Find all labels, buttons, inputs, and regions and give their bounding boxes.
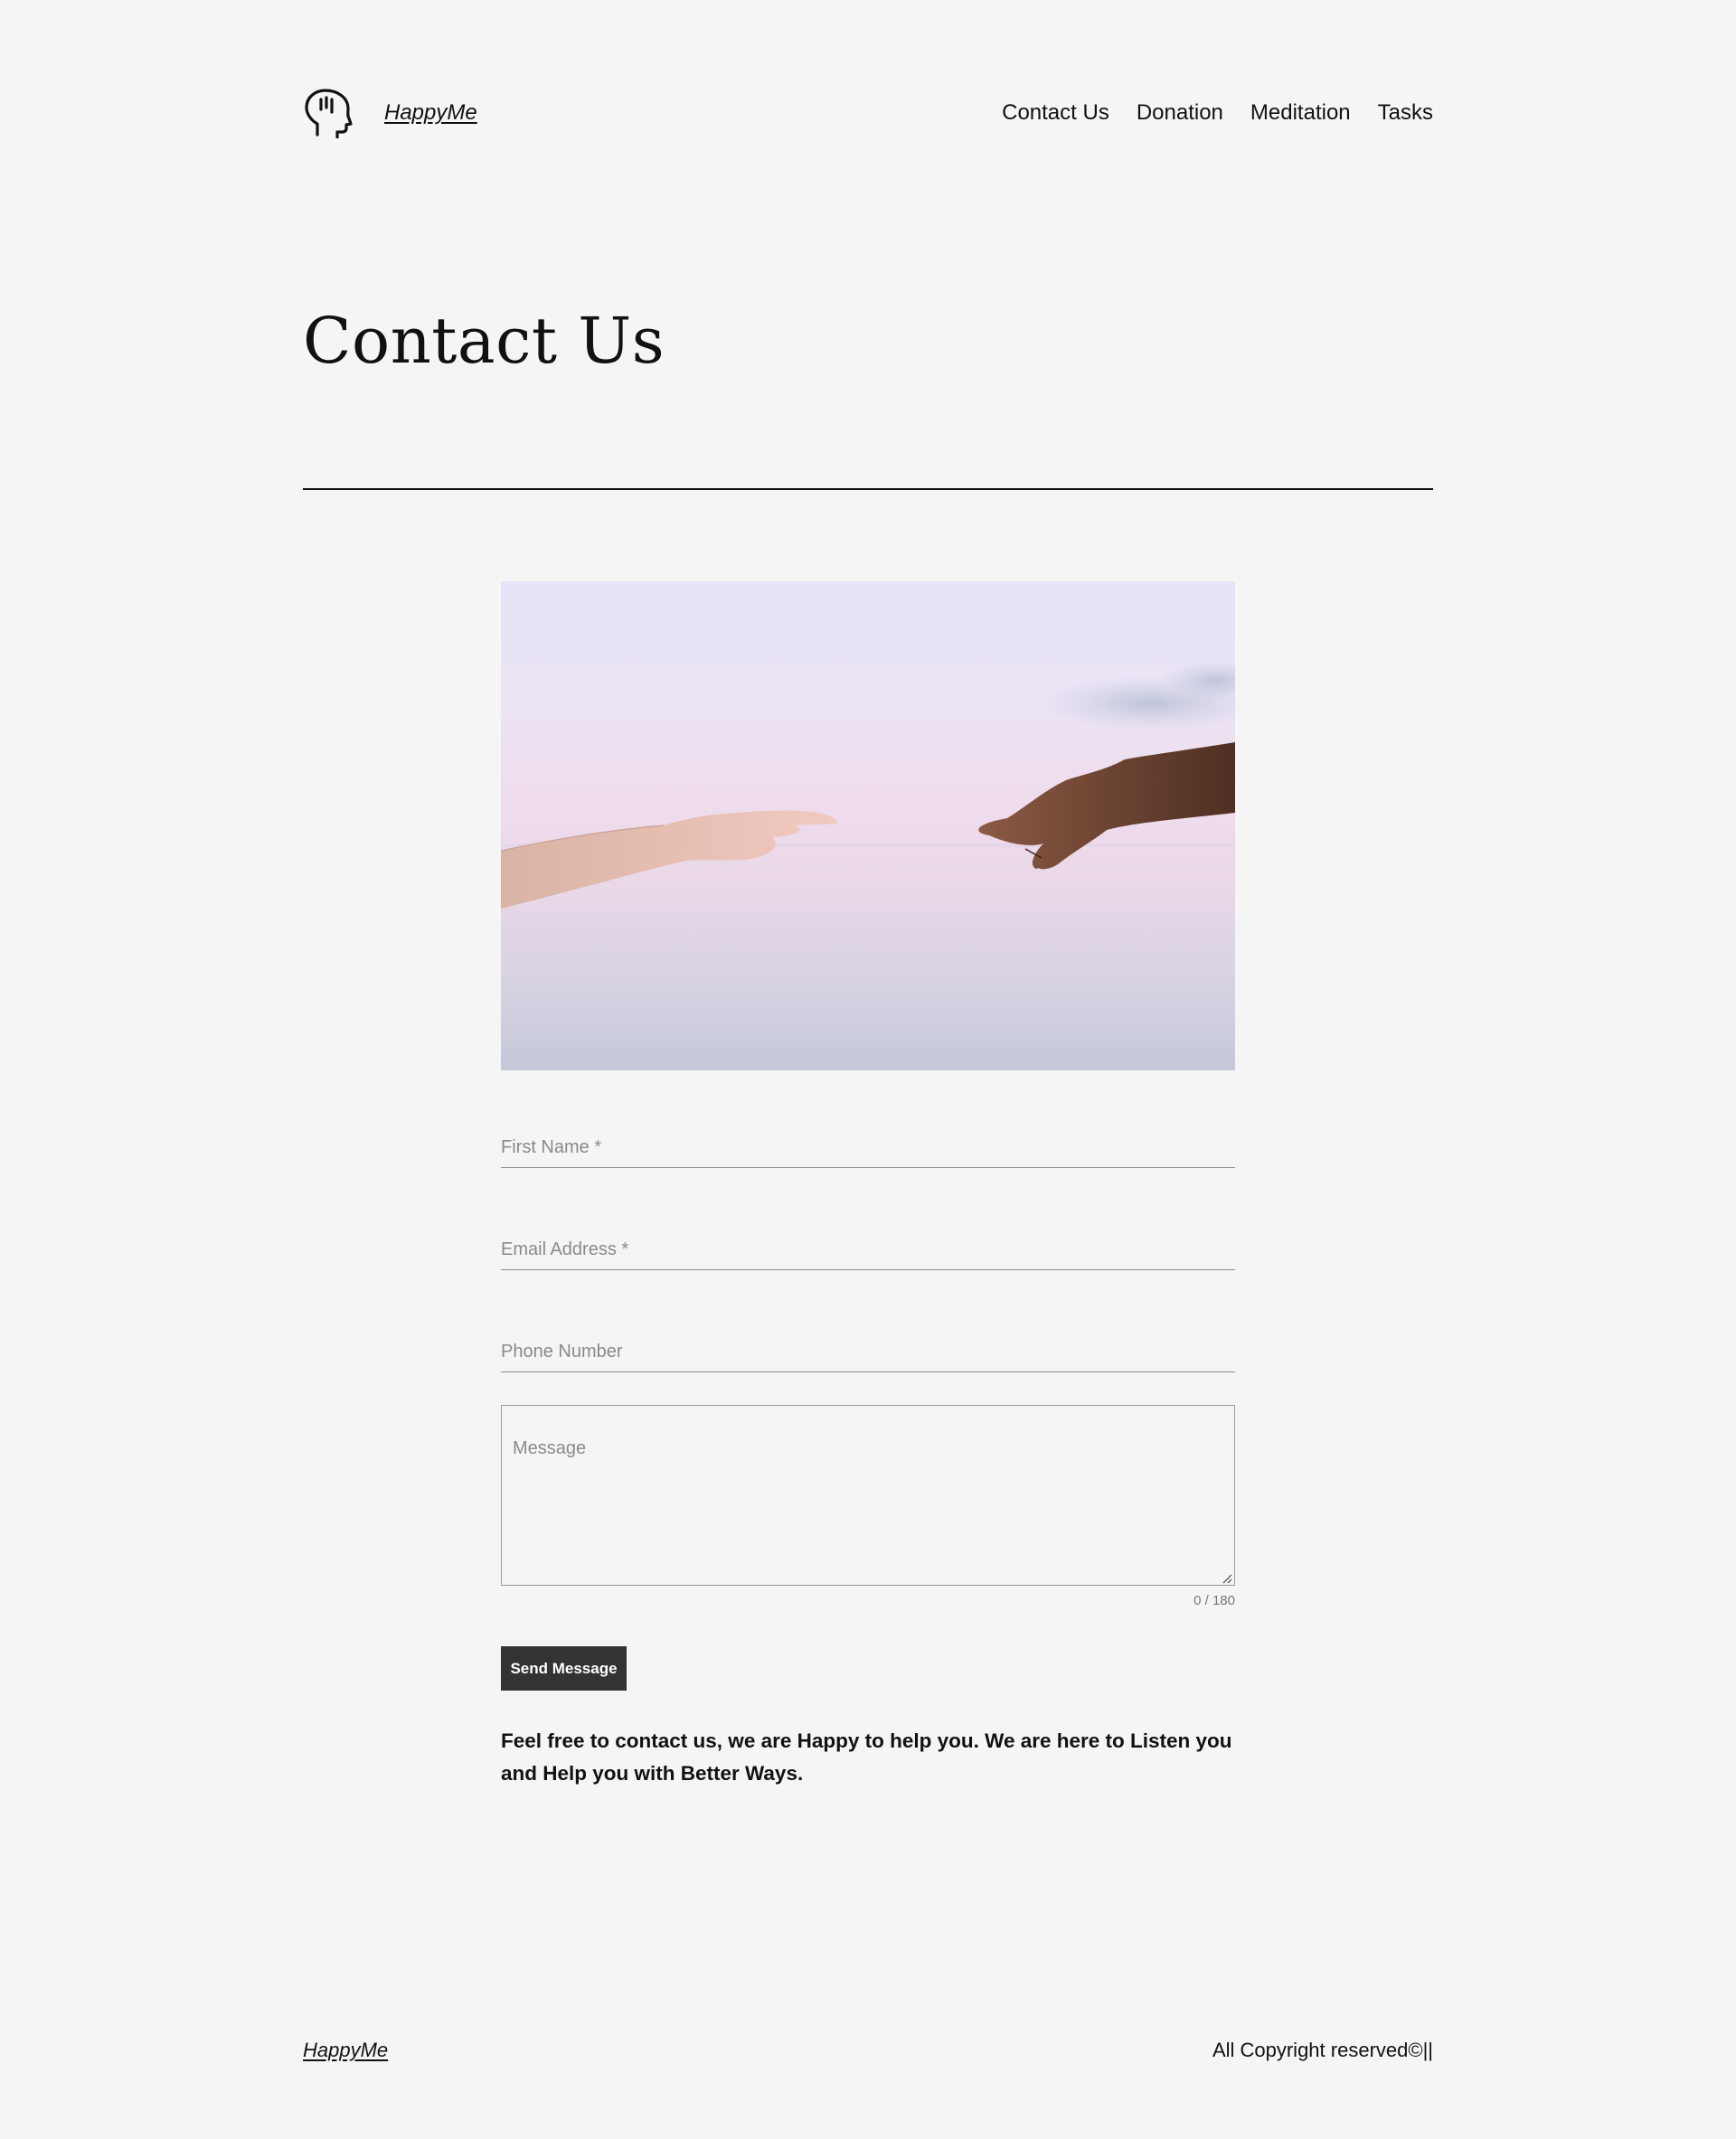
email-field-wrapper <box>501 1219 1235 1270</box>
contact-note: Feel free to contact us, we are Happy to… <box>501 1729 1232 1785</box>
footer-copyright: All Copyright reserved©|| <box>1212 2039 1433 2061</box>
nav-item-meditation[interactable]: Meditation <box>1250 100 1351 126</box>
send-message-button[interactable]: Send Message <box>501 1646 627 1691</box>
first-name-field-wrapper <box>501 1117 1235 1168</box>
site-title-link[interactable]: HappyMe <box>384 100 477 126</box>
phone-field-wrapper <box>501 1321 1235 1372</box>
head-speech-icon[interactable] <box>303 88 354 139</box>
resize-handle-icon[interactable] <box>1222 1572 1232 1584</box>
page-title: Contact Us <box>303 304 665 378</box>
nav-item-donation[interactable]: Donation <box>1137 100 1223 126</box>
character-counter: 0 / 180 <box>1194 1593 1235 1608</box>
nav-item-tasks[interactable]: Tasks <box>1378 100 1433 126</box>
site-header: HappyMe Contact Us Donation Meditation T… <box>303 88 1433 142</box>
message-field[interactable] <box>502 1406 1234 1585</box>
first-name-field[interactable] <box>501 1117 1235 1167</box>
phone-field[interactable] <box>501 1321 1235 1371</box>
main-nav: Contact Us Donation Meditation Tasks <box>1002 100 1433 126</box>
nav-item-contact-us[interactable]: Contact Us <box>1002 100 1109 126</box>
footer-site-title-link[interactable]: HappyMe <box>303 2039 388 2062</box>
title-divider <box>303 488 1433 490</box>
email-field[interactable] <box>501 1219 1235 1269</box>
reaching-hands-photo <box>501 581 1235 1070</box>
page: HappyMe Contact Us Donation Meditation T… <box>0 0 1736 2139</box>
message-box <box>501 1405 1235 1586</box>
